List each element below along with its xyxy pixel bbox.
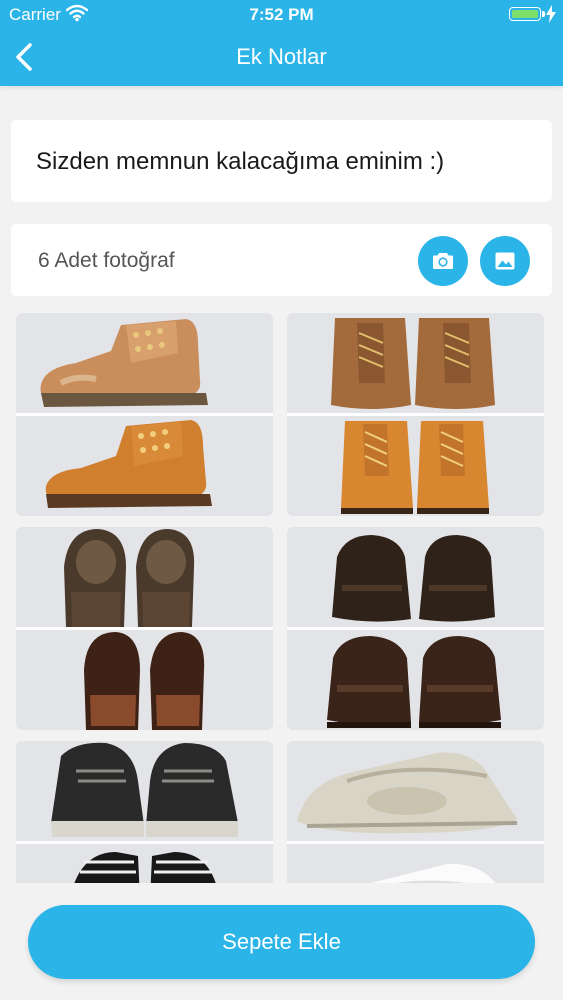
add-to-cart-button[interactable]: Sepete Ekle — [28, 905, 535, 979]
photo-count-label: 6 Adet fotoğraf — [38, 249, 175, 272]
photo-after — [287, 416, 544, 516]
add-to-cart-label: Sepete Ekle — [222, 929, 341, 954]
photo-tile-3[interactable] — [16, 527, 273, 730]
camera-button[interactable] — [418, 236, 468, 286]
clock: 7:52 PM — [249, 5, 314, 24]
photo-before — [16, 313, 273, 413]
nav-bar: Ek Notlar — [0, 30, 563, 86]
photo-before — [287, 313, 544, 413]
photo-grid — [0, 313, 563, 883]
photo-tile-2[interactable] — [287, 313, 544, 516]
photo-before — [16, 527, 273, 627]
photo-before — [287, 741, 544, 841]
photo-after — [16, 630, 273, 730]
note-text[interactable]: Sizden memnun kalacağıma eminim :) — [36, 148, 444, 176]
photo-after — [16, 844, 273, 883]
photo-tile-5[interactable] — [16, 741, 273, 883]
camera-icon — [433, 253, 453, 269]
gallery-button[interactable] — [480, 236, 530, 286]
photo-before — [16, 741, 273, 841]
photo-before — [287, 527, 544, 627]
photo-after — [16, 416, 273, 516]
charging-icon — [546, 5, 556, 28]
photo-tile-4[interactable] — [287, 527, 544, 730]
photo-tile-1[interactable] — [16, 313, 273, 516]
page-title: Ek Notlar — [236, 44, 327, 69]
photo-after — [287, 630, 544, 730]
battery-icon — [509, 7, 545, 21]
note-card[interactable]: Sizden memnun kalacağıma eminim :) — [11, 120, 552, 202]
photo-header-card: 6 Adet fotoğraf — [11, 224, 552, 296]
status-bar: Carrier 7:52 PM — [0, 0, 563, 30]
image-icon — [495, 252, 515, 270]
photo-after — [287, 844, 544, 883]
photo-tile-6[interactable] — [287, 741, 544, 883]
